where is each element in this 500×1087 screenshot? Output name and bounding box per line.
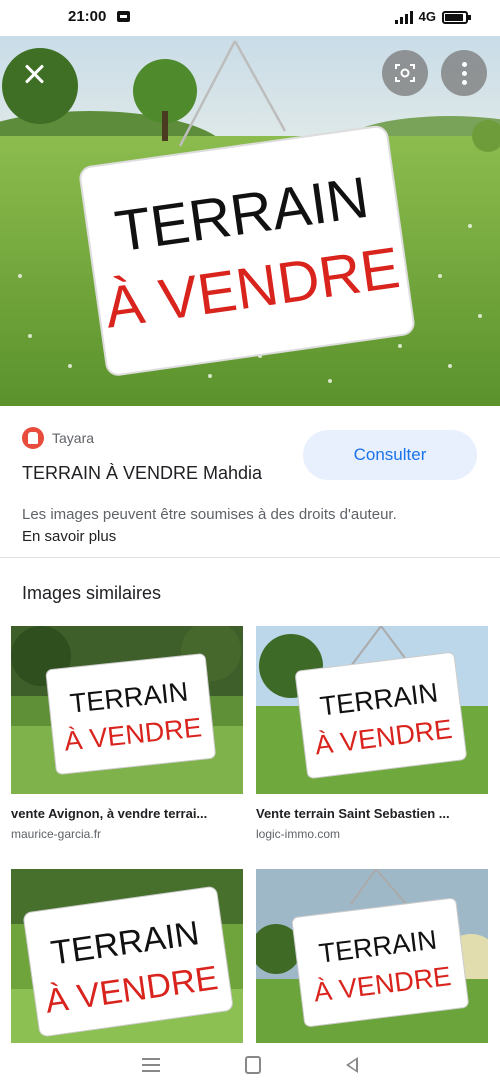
similar-image-thumbnail[interactable]: TERRAIN À VENDRE (256, 869, 488, 1043)
thumbnail-image: TERRAIN À VENDRE (256, 626, 488, 794)
back-icon[interactable] (345, 1057, 358, 1073)
result-title[interactable]: TERRAIN À VENDRE Mahdia (22, 463, 262, 484)
consult-button[interactable]: Consulter (303, 430, 477, 480)
similar-image-thumbnail[interactable]: TERRAIN À VENDRE (11, 626, 243, 794)
status-time: 21:00 (68, 8, 107, 25)
thumbnail-image: TERRAIN À VENDRE (11, 869, 243, 1043)
sim-icon (117, 11, 130, 22)
battery-icon (442, 11, 471, 24)
copyright-text: Les images peuvent être soumises à des d… (22, 506, 397, 523)
menu-icon[interactable] (142, 1058, 161, 1072)
system-nav-bar (0, 1043, 500, 1087)
similar-image-card[interactable]: TERRAIN À VENDRE vente Avignon, à vendre… (11, 626, 243, 841)
image-viewer[interactable]: TERRAIN À VENDRE (0, 36, 500, 406)
source-row[interactable]: Tayara (22, 427, 94, 449)
result-info-panel: Tayara TERRAIN À VENDRE Mahdia Consulter… (0, 406, 500, 558)
home-icon[interactable] (244, 1056, 261, 1074)
similar-image-domain: maurice-garcia.fr (11, 827, 102, 841)
similar-image-title: Vente terrain Saint Sebastien ... (256, 806, 450, 821)
learn-more-link[interactable]: En savoir plus (22, 528, 116, 545)
signal-icon (394, 10, 413, 24)
source-name: Tayara (52, 430, 95, 446)
close-icon[interactable] (18, 58, 50, 90)
similar-image-title: vente Avignon, à vendre terrai... (11, 806, 208, 821)
thumbnail-image: TERRAIN À VENDRE (11, 626, 243, 794)
hero-image: TERRAIN À VENDRE (0, 36, 500, 406)
similar-image-card[interactable]: TERRAIN À VENDRE Vente terrain Saint Seb… (256, 626, 488, 841)
similar-image-thumbnail[interactable]: TERRAIN À VENDRE (11, 869, 243, 1043)
status-bar: 21:00 4G (0, 0, 500, 36)
similar-image-thumbnail[interactable]: TERRAIN À VENDRE (256, 626, 488, 794)
network-type: 4G (418, 9, 436, 24)
thumbnail-image: TERRAIN À VENDRE (256, 869, 488, 1043)
status-indicators: 4G (394, 9, 471, 24)
more-vert-icon (461, 61, 467, 85)
source-favicon-icon (22, 427, 44, 449)
similar-image-domain: logic-immo.com (256, 827, 341, 841)
similar-image-card[interactable]: TERRAIN À VENDRE (11, 869, 243, 1043)
copyright-notice: Les images peuvent être soumises à des d… (22, 504, 402, 548)
lens-icon (395, 64, 415, 82)
lens-button[interactable] (382, 50, 428, 96)
similar-images-heading: Images similaires (22, 583, 162, 603)
more-options-button[interactable] (441, 50, 487, 96)
similar-image-card[interactable]: TERRAIN À VENDRE (256, 869, 488, 1043)
